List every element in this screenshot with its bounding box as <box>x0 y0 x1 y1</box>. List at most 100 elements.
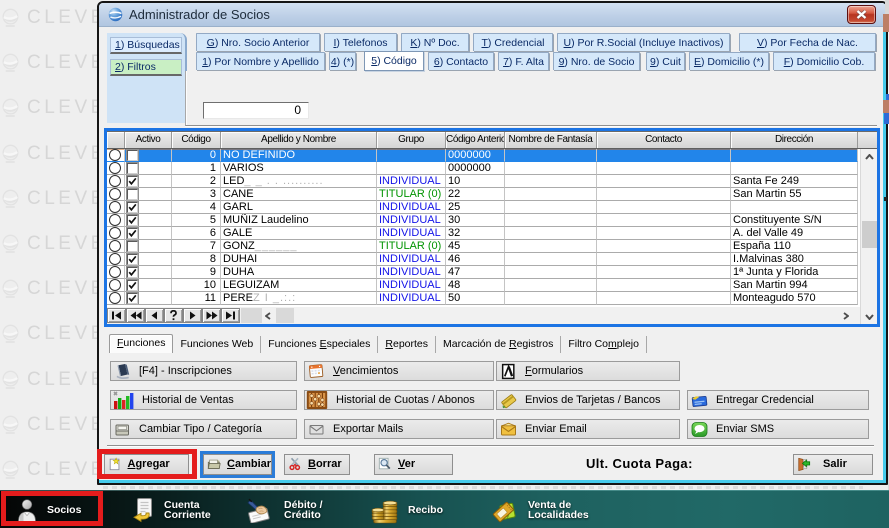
function-button-exportar-mails[interactable]: Exportar Mails <box>304 419 494 439</box>
taskbar-item-cuenta-corriente[interactable]: CuentaCorriente <box>131 491 211 528</box>
function-tab-reportes[interactable]: Reportes <box>378 336 436 353</box>
scroll-left-icon[interactable] <box>265 312 271 320</box>
filter-tab-7[interactable]: 9) Cuit <box>646 52 685 70</box>
filter-tab-9[interactable]: F) Domicilio Cob. <box>773 52 875 70</box>
nav-fast-prev-button[interactable] <box>126 308 145 323</box>
salir-button[interactable]: Salir <box>793 454 873 475</box>
row-radio[interactable] <box>107 253 125 266</box>
function-tab-funciones-especiales[interactable]: Funciones Especiales <box>261 336 378 353</box>
filter-tab-2[interactable]: 4) (*) <box>329 52 356 70</box>
function-button-f4-inscripciones[interactable]: [F4] - Inscripciones <box>110 361 297 381</box>
function-button-cambiar-tipo-categor-a[interactable]: Cambiar Tipo / Categoría <box>110 419 297 439</box>
column-header-c-digo[interactable]: Código <box>172 132 221 148</box>
function-button-enviar-email[interactable]: Enviar Email <box>496 419 680 439</box>
activo-checkbox[interactable] <box>125 253 172 266</box>
filter-tab-5[interactable]: 7) F. Alta <box>498 52 549 70</box>
column-header-activo[interactable]: Activo <box>125 132 172 148</box>
filter-tab-1[interactable]: 1) Por Nombre y Apellido <box>196 52 325 70</box>
scroll-right-icon[interactable] <box>843 312 849 320</box>
side-tab-busquedas[interactable]: 1) Búsquedas <box>110 37 182 54</box>
row-radio[interactable] <box>107 266 125 279</box>
activo-checkbox[interactable] <box>125 240 172 253</box>
window-titlebar[interactable]: Administrador de Socios <box>99 3 886 27</box>
nav-next-button[interactable] <box>183 308 202 323</box>
search-tab-5[interactable]: U) Por R.Social (Incluye Inactivos) <box>557 33 730 51</box>
activo-checkbox[interactable] <box>125 201 172 214</box>
activo-checkbox[interactable] <box>125 279 172 292</box>
row-radio[interactable] <box>107 292 125 305</box>
grid-row-0[interactable]: 0NO DEFINIDO0000000 <box>107 149 877 162</box>
activo-checkbox[interactable] <box>125 227 172 240</box>
activo-checkbox[interactable] <box>125 188 172 201</box>
grid-row-3[interactable]: 3CANETITULAR (0)22San Martin 55 <box>107 188 877 201</box>
borrar-button[interactable]: Borrar <box>284 454 350 475</box>
grid-row-1[interactable]: 1VARIOS0000000 <box>107 162 877 175</box>
row-radio[interactable] <box>107 149 125 162</box>
function-button-entregar-credencial[interactable]: Entregar Credencial <box>687 390 869 410</box>
row-radio[interactable] <box>107 240 125 253</box>
grid-row-11[interactable]: 11PEREZ I _.:.:INDIVIDUAL50Monteagudo 57… <box>107 292 877 305</box>
search-tab-6[interactable]: V) Por Fecha de Nac. <box>739 33 876 51</box>
search-tab-3[interactable]: K) Nº Doc. <box>401 33 469 51</box>
function-button-historial-de-ventas[interactable]: Historial de Ventas <box>110 390 297 410</box>
side-tab-filtros[interactable]: 2) Filtros <box>110 59 182 76</box>
grid-vertical-scrollbar[interactable] <box>860 149 877 324</box>
column-header-apellido-y-nombre[interactable]: Apellido y Nombre <box>221 132 377 148</box>
taskbar-item-recibo[interactable]: Recibo <box>371 491 443 528</box>
grid-row-5[interactable]: 5MUÑIZ LaudelinoINDIVIDUAL30Constituyent… <box>107 214 877 227</box>
grid-row-4[interactable]: 4GARLINDIVIDUAL25 <box>107 201 877 214</box>
search-tab-1[interactable]: G) Nro. Socio Anterior <box>196 33 320 51</box>
grid-row-7[interactable]: 7GONZ______TITULAR (0)45España 110 <box>107 240 877 253</box>
activo-checkbox[interactable] <box>125 175 172 188</box>
column-header-nombre-de-fantas-a[interactable]: Nombre de Fantasía <box>505 132 597 148</box>
scroll-down-icon[interactable] <box>865 314 874 320</box>
ver-button[interactable]: Ver <box>374 454 453 475</box>
activo-checkbox[interactable] <box>125 214 172 227</box>
activo-checkbox[interactable] <box>125 292 172 305</box>
filter-tab-8[interactable]: E) Domicilio (*) <box>689 52 769 70</box>
filter-tab-3[interactable]: 5) Código <box>364 51 424 71</box>
nav-fast-next-button[interactable] <box>202 308 221 323</box>
taskbar-item-d-bito-cr-dito[interactable]: Débito /Crédito <box>245 491 323 528</box>
row-radio[interactable] <box>107 162 125 175</box>
nav-prev-button[interactable] <box>145 308 164 323</box>
function-button-envios-de-tarjetas-bancos[interactable]: Envios de Tarjetas / Bancos <box>496 390 680 410</box>
grid-row-8[interactable]: 8DUHAIINDIVIDUAL46I.Malvinas 380 <box>107 253 877 266</box>
activo-checkbox[interactable] <box>125 162 172 175</box>
function-tab-filtro-complejo[interactable]: Filtro Complejo <box>561 336 647 353</box>
row-radio[interactable] <box>107 201 125 214</box>
scroll-up-icon[interactable] <box>865 154 874 160</box>
function-button-formularios[interactable]: Formularios <box>496 361 680 381</box>
taskbar-item-venta-de-localidades[interactable]: Venta deLocalidades <box>492 491 589 528</box>
cambiar-button[interactable]: Cambiar <box>203 454 272 475</box>
activo-checkbox[interactable] <box>125 149 172 162</box>
grid-row-6[interactable]: 6GALEINDIVIDUAL32A. del Valle 49 <box>107 227 877 240</box>
function-tab-funciones-web[interactable]: Funciones Web <box>173 336 261 353</box>
search-tab-4[interactable]: T) Credencial <box>473 33 553 51</box>
grid-row-9[interactable]: 9DUHAINDIVIDUAL471ª Junta y Florida <box>107 266 877 279</box>
hscroll-thumb[interactable] <box>276 308 294 323</box>
filter-tab-4[interactable]: 6) Contacto <box>428 52 494 70</box>
column-header-grupo[interactable]: Grupo <box>377 132 446 148</box>
nav-first-button[interactable] <box>107 308 126 323</box>
row-radio[interactable] <box>107 214 125 227</box>
vscroll-thumb[interactable] <box>862 221 877 248</box>
nav-help-button[interactable] <box>164 308 183 323</box>
column-header-contacto[interactable]: Contacto <box>597 132 731 148</box>
column-header-c-digo-anterior[interactable]: Código Anterior <box>446 132 505 148</box>
grid-row-2[interactable]: 2LED_ _ . . ..........INDIVIDUAL10Santa … <box>107 175 877 188</box>
function-tab-marcaci-n-de-registros[interactable]: Marcación de Registros <box>436 336 561 353</box>
row-radio[interactable] <box>107 227 125 240</box>
codigo-input[interactable]: 0 <box>203 102 309 119</box>
function-button-historial-de-cuotas-abonos[interactable]: Historial de Cuotas / Abonos <box>304 390 494 410</box>
search-tab-2[interactable]: I) Telefonos <box>324 33 397 51</box>
column-header-direcci-n[interactable]: Dirección <box>731 132 858 148</box>
function-button-enviar-sms[interactable]: Enviar SMS <box>687 419 869 439</box>
row-radio[interactable] <box>107 279 125 292</box>
column-header-radio[interactable] <box>107 132 125 148</box>
row-radio[interactable] <box>107 175 125 188</box>
function-button-vencimientos[interactable]: Vencimientos <box>304 361 494 381</box>
function-tab-funciones[interactable]: Funciones <box>109 334 173 353</box>
activo-checkbox[interactable] <box>125 266 172 279</box>
grid-row-10[interactable]: 10LEGUIZAMINDIVIDUAL48San Martin 994 <box>107 279 877 292</box>
